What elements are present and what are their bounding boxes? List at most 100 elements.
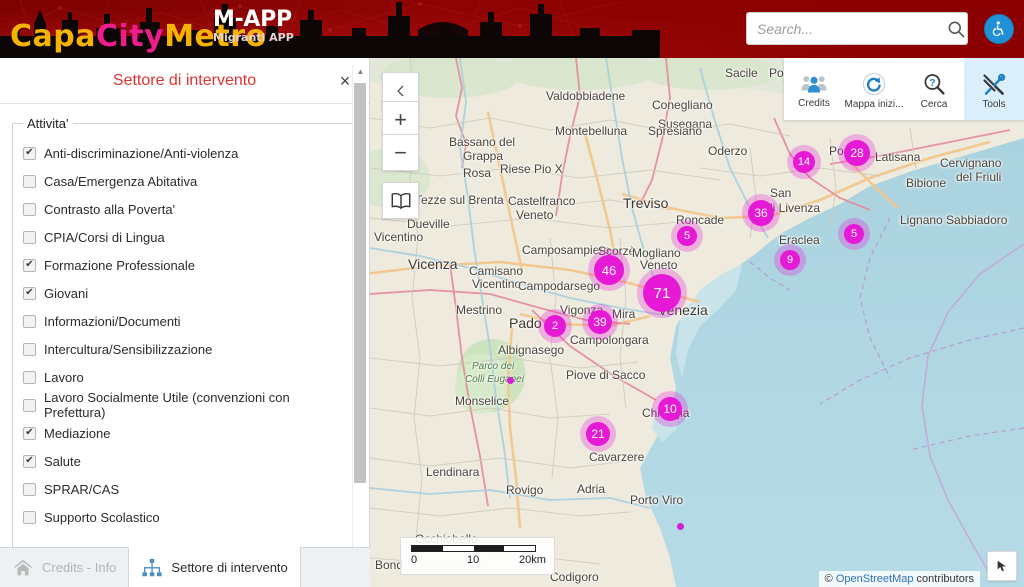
scrollbar-track[interactable]: [353, 79, 368, 566]
checkbox-row[interactable]: Supporto Scolastico: [23, 503, 346, 531]
logo-part-city: City: [95, 19, 165, 54]
checkbox-label: Salute: [44, 453, 81, 469]
page-title: Settore di intervento: [112, 71, 257, 89]
search-button[interactable]: [944, 13, 967, 44]
map-canvas[interactable]: [370, 58, 1024, 587]
activity-legend: Attivita': [27, 116, 69, 131]
zoom-in-button[interactable]: +: [382, 101, 419, 138]
book-legend-icon: [391, 192, 410, 209]
openstreetmap-link[interactable]: OpenStreetMap: [836, 573, 914, 585]
checkbox-label: Mediazione: [44, 425, 111, 441]
checkbox-row[interactable]: SPRAR/CAS: [23, 475, 346, 503]
toolbar-tools-button[interactable]: Tools: [964, 58, 1024, 120]
map-cluster-marker[interactable]: 10: [658, 397, 682, 421]
checkbox-label: Contrasto alla Poverta': [44, 201, 176, 217]
panel-header: Settore di intervento ×: [0, 58, 369, 104]
checkbox-label: Lavoro Socialmente Utile (convenzioni co…: [44, 390, 290, 420]
checkbox-label: Giovani: [44, 285, 89, 301]
checkbox-mediazione[interactable]: [23, 426, 36, 440]
checkbox-anti-discriminazione[interactable]: [23, 146, 36, 160]
map-cluster-marker[interactable]: 5: [844, 224, 864, 244]
checkbox-row[interactable]: Giovani: [23, 279, 346, 307]
map-cluster-marker[interactable]: 21: [586, 422, 610, 446]
map-cluster-marker[interactable]: 28: [844, 140, 870, 166]
tab-credits-info[interactable]: Credits - Info: [0, 548, 128, 587]
checkbox-contrasto-alla-poverta[interactable]: [23, 202, 36, 216]
checkbox-cpia-corsi-di-lingua[interactable]: [23, 230, 36, 244]
toolbar-label: Credits: [798, 98, 830, 109]
scrollbar-thumb[interactable]: [354, 83, 366, 483]
checkbox-row[interactable]: CPIA/Corsi di Lingua: [23, 223, 346, 251]
checkbox-supporto-scolastico[interactable]: [23, 510, 36, 524]
map-cluster-marker[interactable]: 9: [780, 250, 800, 270]
checkbox-lavoro-socialmente-utile[interactable]: [23, 398, 36, 412]
map-cluster-marker[interactable]: 36: [748, 200, 774, 226]
checkbox-informazioni-documenti[interactable]: [23, 314, 36, 328]
checkbox-casa-emergenza-abitativa[interactable]: [23, 174, 36, 188]
search-bar[interactable]: [746, 12, 968, 45]
people-group-icon: [801, 76, 827, 93]
checkbox-formazione-professionale[interactable]: [23, 258, 36, 272]
checkbox-row[interactable]: Lavoro: [23, 363, 346, 391]
toolbar-mappa-iniziale-button[interactable]: Mappa inizi...: [844, 58, 904, 120]
checkbox-row[interactable]: Salute: [23, 447, 346, 475]
toolbar-credits-button[interactable]: Credits: [784, 58, 844, 120]
scale-ticks: 0 10 20km: [411, 554, 551, 568]
legend-button[interactable]: [382, 182, 419, 219]
zoom-out-button[interactable]: −: [382, 134, 419, 171]
attribution-suffix: contributors: [913, 573, 974, 585]
checkbox-row[interactable]: Formazione Professionale: [23, 251, 346, 279]
checkbox-row[interactable]: Informazioni/Documenti: [23, 307, 346, 335]
checkbox-row[interactable]: Lavoro Socialmente Utile (convenzioni co…: [23, 390, 346, 420]
app-subtitle: Migranti APP: [213, 31, 294, 45]
accessibility-button[interactable]: [984, 14, 1014, 44]
checkbox-lavoro[interactable]: [23, 370, 36, 384]
map-viewport[interactable]: Valdobbiadene Sacile Por Conegliano Suse…: [370, 58, 1024, 587]
checkbox-salute[interactable]: [23, 454, 36, 468]
checkbox-label: Formazione Professionale: [44, 257, 196, 273]
map-cluster-marker[interactable]: 71: [643, 274, 681, 312]
tab-settore-di-intervento[interactable]: Settore di intervento: [128, 547, 301, 587]
checkbox-giovani[interactable]: [23, 286, 36, 300]
scale-segment: [504, 546, 535, 551]
home-icon: [13, 559, 33, 575]
checkbox-row[interactable]: Contrasto alla Poverta': [23, 195, 346, 223]
tools-wrench-screwdriver-icon: [983, 73, 1006, 95]
checkbox-row[interactable]: Anti-discriminazione/Anti-violenza: [23, 139, 346, 167]
map-cluster-marker[interactable]: 14: [793, 151, 815, 173]
map-pan-button[interactable]: [987, 551, 1017, 581]
checkbox-label: SPRAR/CAS: [44, 481, 120, 497]
wheelchair-accessibility-icon: [992, 21, 1004, 37]
app-header: CapaCityMetro M-APP Migranti APP: [0, 0, 1024, 58]
checkbox-label: Anti-discriminazione/Anti-violenza: [44, 145, 239, 161]
sitemap-icon: [142, 558, 163, 576]
checkbox-label: Lavoro: [44, 369, 84, 385]
scale-tick-max: 20km: [519, 554, 546, 566]
map-cluster-marker[interactable]: 2: [544, 315, 566, 337]
panel-scrollbar[interactable]: ▲ ▼: [352, 64, 368, 581]
map-point-marker[interactable]: [677, 523, 684, 530]
checkbox-row[interactable]: Intercultura/Sensibilizzazione: [23, 335, 346, 363]
checkbox-intercultura-sensibilizzazione[interactable]: [23, 342, 36, 356]
checkbox-row[interactable]: Casa/Emergenza Abitativa: [23, 167, 346, 195]
bottom-tab-bar: Credits - Info Settore di intervento: [0, 547, 370, 587]
checkbox-row[interactable]: Mediazione: [23, 419, 346, 447]
scale-tick-zero: 0: [411, 554, 418, 566]
checkbox-sprar-cas[interactable]: [23, 482, 36, 496]
scale-segment: [412, 546, 443, 551]
left-panel: Settore di intervento × Attivita' Anti-d…: [0, 58, 370, 587]
scale-bar-graphic: [411, 545, 536, 552]
scroll-up-icon[interactable]: ▲: [353, 64, 368, 79]
logo-part-capa: Capa: [10, 19, 96, 54]
map-point-marker[interactable]: [507, 377, 514, 384]
toolbar-cerca-button[interactable]: ? Cerca: [904, 58, 964, 120]
map-cluster-marker[interactable]: 39: [588, 310, 612, 334]
map-cluster-marker[interactable]: 46: [594, 255, 624, 285]
scale-segment: [473, 546, 505, 551]
panel-body: Attivita' Anti-discriminazione/Anti-viol…: [0, 104, 369, 587]
app-title-block: M-APP Migranti APP: [213, 8, 294, 44]
toolbar-label: Cerca: [920, 99, 948, 110]
search-input[interactable]: [747, 20, 944, 37]
svg-text:?: ?: [929, 78, 935, 89]
map-cluster-marker[interactable]: 5: [677, 226, 697, 246]
